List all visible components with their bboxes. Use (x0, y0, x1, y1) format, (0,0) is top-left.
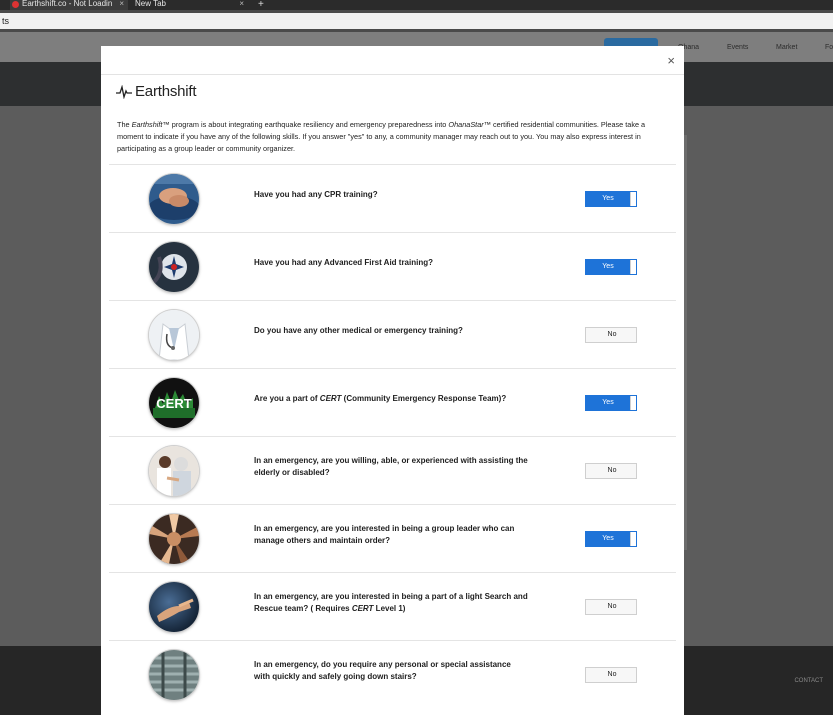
cert-logo-image: CERT (149, 378, 199, 428)
question-row: In an emergency, are you interested in b… (109, 504, 676, 572)
answer-toggle[interactable]: Yes (585, 531, 637, 547)
question-row: Have you had any Advanced First Aid trai… (109, 232, 676, 300)
new-tab-button[interactable]: + (258, 0, 264, 10)
question-row: Have you had any CPR training? Yes (109, 164, 676, 232)
elderly-care-image (149, 446, 199, 496)
toggle-knob (630, 192, 636, 206)
question-row: In an emergency, are you willing, able, … (109, 436, 676, 504)
svg-text:CERT: CERT (156, 396, 191, 411)
question-text: In an emergency, are you interested in b… (254, 524, 515, 545)
first-aid-image (149, 242, 199, 292)
question-row: CERT Are you a part of CERT (Community E… (109, 368, 676, 436)
heartbeat-icon (116, 84, 132, 99)
answer-toggle[interactable]: Yes (585, 191, 637, 207)
close-tab-icon[interactable]: × (119, 0, 124, 8)
earthshift-logo: Earthshift (116, 83, 197, 100)
question-text: In an emergency, are you willing, able, … (254, 456, 528, 477)
question-list: Have you had any CPR training? Yes Have … (109, 164, 676, 708)
cpr-training-image (149, 174, 199, 224)
tab-label: Earthshift.co - Not Loadin (22, 0, 113, 8)
answer-toggle[interactable]: No (585, 327, 637, 343)
question-text: In an emergency, are you interested in b… (254, 592, 528, 613)
favicon-icon (12, 1, 19, 8)
toggle-knob (630, 532, 636, 546)
group-hands-image (149, 514, 199, 564)
logo-text: Earthshift (135, 83, 197, 100)
browser-tab-new[interactable]: New Tab × (130, 0, 248, 10)
question-text: In an emergency, do you require any pers… (254, 660, 511, 681)
close-tab-icon[interactable]: × (239, 0, 244, 8)
nav-link-events[interactable]: Events (727, 44, 748, 51)
toggle-knob (630, 260, 636, 274)
answer-toggle[interactable]: Yes (585, 259, 637, 275)
question-text: Have you had any Advanced First Aid trai… (254, 258, 433, 267)
answer-toggle[interactable]: No (585, 463, 637, 479)
toggle-knob (630, 396, 636, 410)
answer-toggle[interactable]: Yes (585, 395, 637, 411)
question-text: Do you have any other medical or emergen… (254, 326, 463, 335)
browser-tab-earthshift[interactable]: Earthshift.co - Not Loadin × (10, 0, 128, 10)
intro-paragraph: The Earthshift™ program is about integra… (117, 120, 646, 153)
nav-link-more[interactable]: Fo (825, 44, 833, 51)
answer-toggle[interactable]: No (585, 667, 637, 683)
address-input[interactable]: ts (0, 13, 833, 29)
close-icon[interactable]: × (667, 54, 675, 67)
question-row: In an emergency, do you require any pers… (109, 640, 676, 708)
answer-toggle[interactable]: No (585, 599, 637, 615)
browser-tab-bar: Earthshift.co - Not Loadin × New Tab × + (0, 0, 833, 10)
divider (101, 74, 684, 75)
footer-contact-link[interactable]: CONTACT (794, 678, 823, 684)
question-row: In an emergency, are you interested in b… (109, 572, 676, 640)
stairs-image (149, 650, 199, 700)
address-bar: ts (0, 10, 833, 32)
tab-label: New Tab (135, 0, 166, 8)
question-text: Are you a part of CERT (Community Emerge… (254, 394, 507, 403)
earthshift-modal: × Earthshift The Earthshift™ program is … (101, 46, 684, 715)
nav-link-market[interactable]: Market (776, 44, 797, 51)
question-text: Have you had any CPR training? (254, 190, 378, 199)
doctor-image (149, 310, 199, 360)
question-row: Do you have any other medical or emergen… (109, 300, 676, 368)
rescue-hand-image (149, 582, 199, 632)
